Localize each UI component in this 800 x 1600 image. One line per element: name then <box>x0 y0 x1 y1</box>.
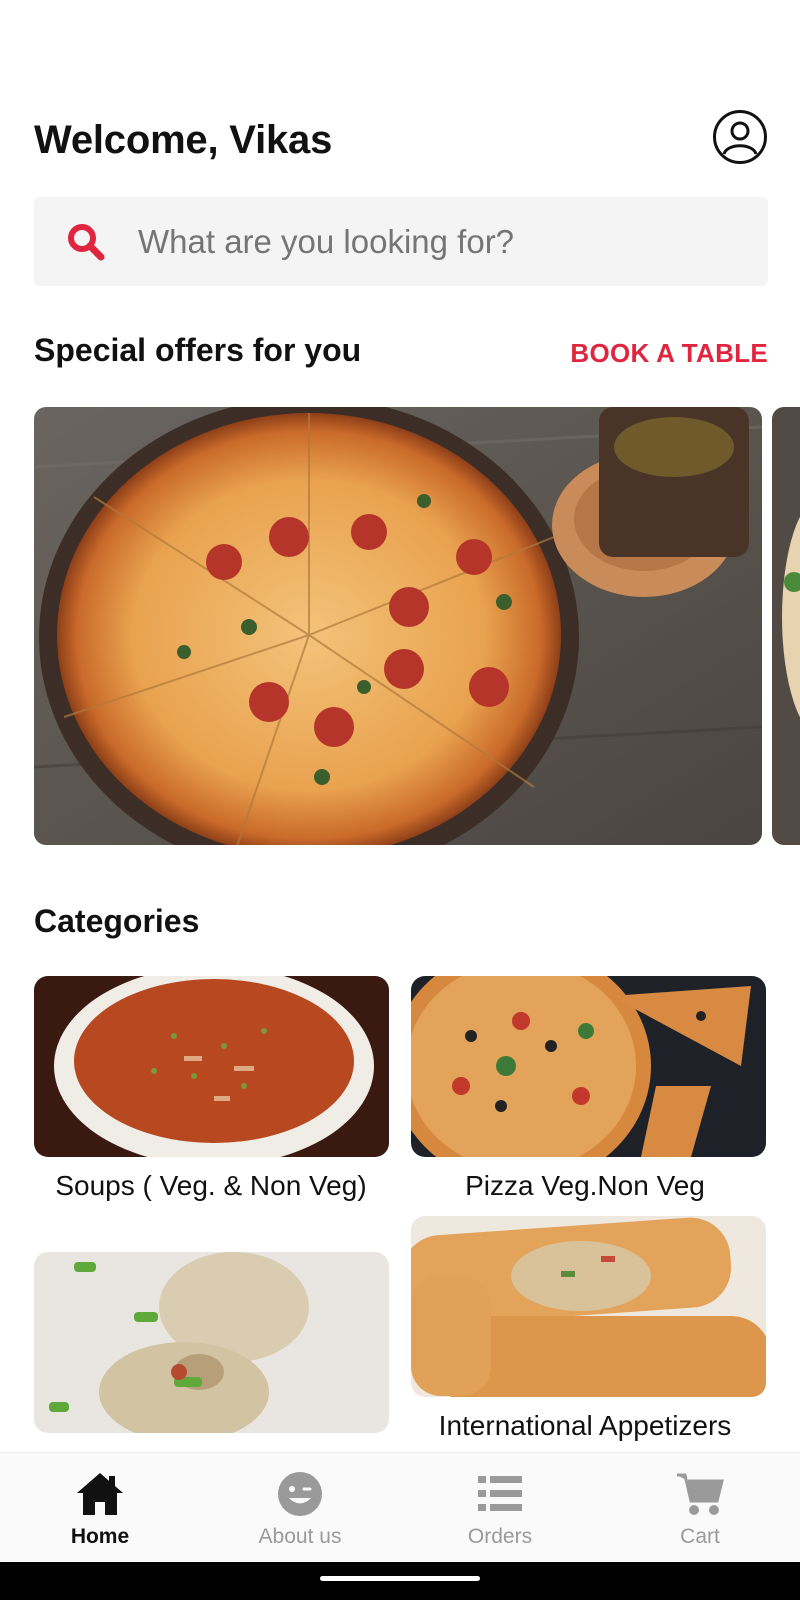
category-label-pizza: Pizza Veg.Non Veg <box>465 1170 705 1201</box>
pizza-image <box>411 976 766 1157</box>
search-bar[interactable] <box>34 197 768 286</box>
offers-title: Special offers for you <box>34 332 362 368</box>
search-input[interactable] <box>136 221 768 262</box>
home-icon <box>77 1473 123 1515</box>
system-gesture-bar <box>0 1562 800 1600</box>
nav-cart[interactable]: Cart <box>600 1453 800 1561</box>
search-icon <box>68 223 105 260</box>
profile-icon[interactable] <box>712 109 768 165</box>
nav-orders[interactable]: Orders <box>400 1453 600 1561</box>
category-tile-soups[interactable] <box>34 976 389 1157</box>
nav-orders-label: Orders <box>467 1525 533 1548</box>
category-tile-appetizers[interactable] <box>411 1216 766 1397</box>
category-tile-momos[interactable] <box>34 1252 389 1433</box>
smiley-icon <box>278 1472 322 1516</box>
category-tile-pizza[interactable] <box>411 976 766 1157</box>
nav-about[interactable]: About us <box>200 1453 400 1561</box>
welcome-title: Welcome, Vikas <box>34 118 333 162</box>
momos-image <box>34 1252 389 1433</box>
soup-image <box>34 976 389 1157</box>
offer-banner-next[interactable] <box>772 407 800 845</box>
cart-icon <box>677 1473 724 1515</box>
home-indicator[interactable] <box>320 1576 480 1581</box>
next-banner-image <box>772 407 800 845</box>
nav-cart-label: Cart <box>680 1525 720 1548</box>
list-icon <box>478 1476 522 1511</box>
header: Welcome, Vikas <box>34 109 768 168</box>
nav-about-label: About us <box>258 1525 342 1548</box>
offer-banner-pizza[interactable] <box>34 407 762 845</box>
spring-rolls-image <box>411 1216 766 1397</box>
bottom-nav: Home About us Orders Cart <box>0 1452 800 1561</box>
categories-title: Categories <box>34 903 200 939</box>
category-label-appetizers: International Appetizers <box>438 1410 732 1441</box>
pizza-banner-image <box>34 407 762 845</box>
book-table-button[interactable]: BOOK A TABLE <box>570 338 768 369</box>
nav-home[interactable]: Home <box>0 1453 200 1561</box>
category-label-soups: Soups ( Veg. & Non Veg) <box>55 1170 367 1201</box>
nav-home-label: Home <box>70 1525 130 1548</box>
